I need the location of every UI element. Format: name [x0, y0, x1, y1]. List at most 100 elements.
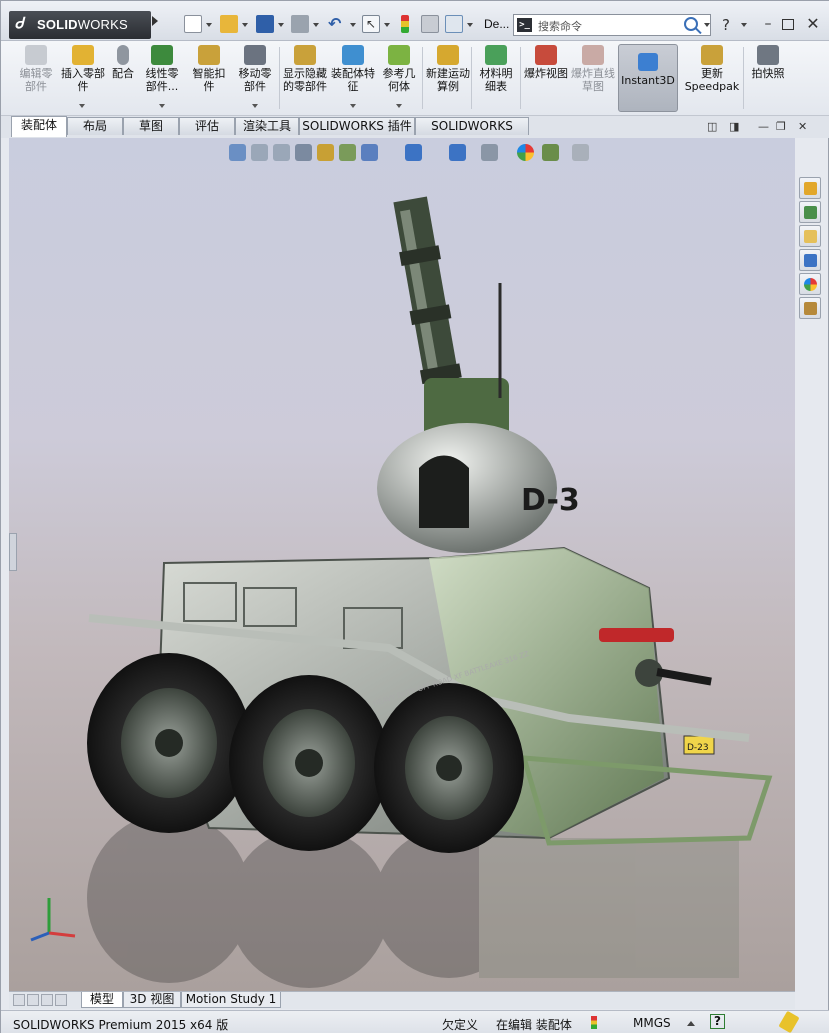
tile-right-icon[interactable]: ◨ — [729, 120, 739, 133]
menu-expand-arrow-icon[interactable] — [152, 16, 158, 26]
tab-layout[interactable]: 布局 — [67, 117, 123, 135]
tab-solidworks-mbd[interactable]: SOLIDWORKS MBD — [415, 117, 529, 150]
editing-status: 在编辑 装配体 — [496, 1018, 572, 1032]
search-dropdown-icon[interactable] — [704, 23, 710, 27]
view-palette-tab[interactable] — [799, 249, 821, 271]
insert-components-button[interactable]: 插入零部件 — [61, 45, 105, 93]
doc-restore-button[interactable]: ❐ — [776, 120, 786, 133]
help-dropdown-icon[interactable] — [741, 23, 747, 27]
print-icon[interactable] — [291, 15, 309, 33]
status-help-icon[interactable]: ? — [710, 1014, 725, 1029]
take-snapshot-button[interactable]: 拍快照 — [747, 45, 789, 80]
tab-model[interactable]: 模型 — [81, 992, 123, 1008]
instant3d-button[interactable]: Instant3D — [618, 44, 678, 112]
search-commands-box[interactable]: >_ 搜索命令 — [513, 14, 711, 36]
explode-line-sketch-button[interactable]: 爆炸直线草图 — [571, 45, 615, 93]
instant3d-icon — [638, 53, 658, 71]
save-icon[interactable] — [256, 15, 274, 33]
unit-system-caret-icon[interactable] — [687, 1021, 695, 1026]
previous-tab-button[interactable] — [27, 994, 39, 1006]
close-button[interactable]: ✕ — [805, 16, 821, 32]
ribbon-separator — [743, 47, 744, 109]
bill-of-materials-button[interactable]: 材料明细表 — [475, 45, 517, 93]
tab-sketch[interactable]: 草图 — [123, 117, 179, 135]
solidworks-window: Ꮷ SOLIDWORKS ↶ ↖ De... >_ 搜索命令 ? – ✕ 编辑零… — [0, 0, 829, 1033]
view-palette-icon — [804, 254, 817, 267]
new-motion-study-button[interactable]: 新建运动算例 — [426, 45, 470, 93]
rebuild-status-icon[interactable] — [591, 1016, 597, 1029]
smart-fasteners-icon — [198, 45, 220, 65]
new-dropdown-icon[interactable] — [206, 23, 212, 27]
solidworks-logo[interactable]: Ꮷ SOLIDWORKS — [9, 11, 151, 39]
logo-text: SOLIDWORKS — [37, 17, 128, 32]
tag-icon[interactable] — [778, 1010, 800, 1033]
new-document-icon[interactable] — [184, 15, 202, 33]
insert-components-dropdown-icon[interactable] — [79, 104, 85, 108]
mate-button[interactable]: 配合 — [109, 45, 137, 80]
tab-evaluate[interactable]: 评估 — [179, 117, 235, 135]
next-tab-button[interactable] — [41, 994, 53, 1006]
exploded-view-button[interactable]: 爆炸视图 — [524, 45, 568, 80]
select-cursor-icon[interactable]: ↖ — [362, 15, 380, 33]
last-tab-button[interactable] — [55, 994, 67, 1006]
design-library-tab[interactable] — [799, 201, 821, 223]
help-icon[interactable]: ? — [722, 16, 730, 34]
options-dropdown-icon[interactable] — [467, 23, 473, 27]
select-dropdown-icon[interactable] — [384, 23, 390, 27]
rover-3d-model[interactable]: D-3 D-23 HEAVY DUTY OFF ROAD XF BATTLEAX… — [9, 138, 795, 991]
update-speedpak-button[interactable]: 更新Speedpak — [683, 45, 741, 93]
tab-assembly[interactable]: 装配体 — [11, 116, 67, 137]
ds-logo-icon: Ꮷ — [15, 14, 24, 32]
edit-component-button[interactable]: 编辑零部件 — [15, 45, 57, 93]
turret-marking: D-3 — [521, 483, 580, 518]
open-folder-icon[interactable] — [220, 15, 238, 33]
tab-solidworks-addins[interactable]: SOLIDWORKS 插件 — [299, 117, 415, 135]
assembly-features-dropdown-icon[interactable] — [350, 104, 356, 108]
feature-manager-toggle[interactable] — [9, 533, 17, 571]
move-component-icon — [244, 45, 266, 65]
rebuild-icon[interactable] — [401, 15, 409, 33]
tab-motion-study-1[interactable]: Motion Study 1 — [181, 992, 281, 1008]
move-component-dropdown-icon[interactable] — [252, 104, 258, 108]
reference-geometry-button[interactable]: 参考几何体 — [378, 45, 420, 93]
unit-system[interactable]: MMGS — [633, 1016, 671, 1030]
reference-geometry-dropdown-icon[interactable] — [396, 104, 402, 108]
assembly-features-button[interactable]: 装配体特征 — [331, 45, 375, 93]
tab-render-tools[interactable]: 渲染工具 — [235, 117, 299, 135]
move-component-button[interactable]: 移动零部件 — [234, 45, 276, 93]
doc-close-button[interactable]: ✕ — [798, 120, 807, 133]
smart-fasteners-button[interactable]: 智能扣件 — [188, 45, 230, 93]
command-prompt-icon: >_ — [517, 18, 532, 32]
snapshot-camera-icon — [757, 45, 779, 65]
search-icon[interactable] — [684, 17, 698, 31]
custom-properties-tab[interactable] — [799, 297, 821, 319]
home-icon — [804, 182, 817, 195]
open-dropdown-icon[interactable] — [242, 23, 248, 27]
tile-left-icon[interactable]: ◫ — [707, 120, 717, 133]
title-bar: Ꮷ SOLIDWORKS ↶ ↖ De... >_ 搜索命令 ? – ✕ — [1, 1, 829, 41]
first-tab-button[interactable] — [13, 994, 25, 1006]
maximize-button[interactable] — [782, 19, 794, 30]
options-icon[interactable] — [445, 15, 463, 33]
appearances-tab[interactable] — [799, 273, 821, 295]
library-icon — [804, 206, 817, 219]
model-view-tabs: 模型 3D 视图 Motion Study 1 — [9, 991, 795, 1009]
reference-geometry-label: 参考几何体 — [382, 67, 416, 93]
tab-3d-views[interactable]: 3D 视图 — [123, 992, 181, 1008]
print-dropdown-icon[interactable] — [313, 23, 319, 27]
minimize-button[interactable]: – — [760, 16, 776, 32]
color-ball-icon — [804, 278, 817, 291]
file-explorer-tab[interactable] — [799, 225, 821, 247]
undo-icon[interactable]: ↶ — [328, 15, 346, 33]
command-manager-ribbon: 编辑零部件 插入零部件 配合 线性零部件... 智能扣件 移动零部件 显示隐藏的… — [1, 41, 829, 116]
undo-dropdown-icon[interactable] — [350, 23, 356, 27]
graphics-area[interactable]: D-3 D-23 HEAVY DUTY OFF ROAD XF BATTLEAX… — [9, 138, 795, 991]
linear-pattern-dropdown-icon[interactable] — [159, 104, 165, 108]
reference-geometry-icon — [388, 45, 410, 65]
linear-component-pattern-button[interactable]: 线性零部件... — [141, 45, 183, 93]
show-hidden-components-button[interactable]: 显示隐藏的零部件 — [283, 45, 327, 93]
doc-minimize-button[interactable]: — — [758, 120, 769, 133]
solidworks-resources-tab[interactable] — [799, 177, 821, 199]
save-dropdown-icon[interactable] — [278, 23, 284, 27]
file-properties-icon[interactable] — [421, 15, 439, 33]
